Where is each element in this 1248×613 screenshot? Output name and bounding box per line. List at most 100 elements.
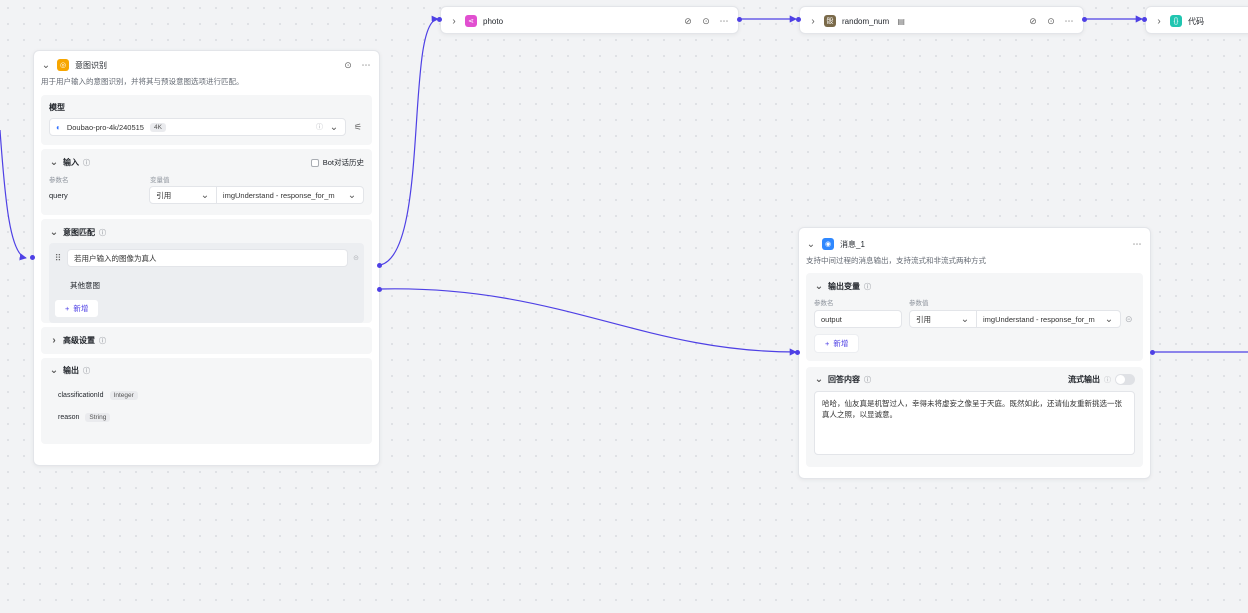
output-title: 输出 — [63, 366, 79, 375]
run-icon[interactable]: ⊙ — [1045, 16, 1057, 27]
chevron-down-icon[interactable]: ⌄ — [41, 60, 51, 71]
param-value-col: 参数值 — [909, 300, 929, 307]
photo-output-port[interactable] — [737, 17, 742, 22]
model-select[interactable]: ◐ Doubao-pro-4k/240515 4K ⓘ ⌄ — [49, 118, 346, 136]
info-icon: ⓘ — [864, 283, 871, 291]
model-name: Doubao-pro-4k/240515 — [66, 122, 144, 132]
photo-input-port[interactable] — [437, 17, 442, 22]
intent-other-port[interactable] — [377, 287, 382, 292]
add-output-label: 新增 — [833, 339, 849, 348]
remove-var-icon[interactable]: ⊝ — [1125, 314, 1133, 325]
chevron-down-icon: ⌄ — [960, 313, 970, 325]
output-var-row: reason String — [58, 413, 364, 422]
chevron-down-icon[interactable]: ⌄ — [814, 374, 824, 385]
chevron-down-icon: ⌄ — [1104, 313, 1114, 325]
input-section: ⌄ 输入 ⓘ Bot对话历史 参数名 变量值 query 引用 ⌄ imgUnd… — [41, 149, 372, 215]
ref-value-select[interactable]: imgUnderstand - response_for_m ⌄ — [216, 186, 364, 204]
chevron-down-icon[interactable]: ⌄ — [49, 365, 59, 376]
info-icon: ⓘ — [1104, 376, 1111, 384]
stream-output-label: 流式输出 — [1068, 375, 1100, 384]
remove-option-icon[interactable]: ⊝ — [353, 254, 359, 262]
run-icon[interactable]: ⊙ — [700, 16, 712, 27]
chevron-down-icon[interactable]: ⌄ — [814, 281, 824, 292]
chevron-right-icon[interactable]: › — [449, 16, 459, 27]
other-intent-label: 其他意图 — [70, 281, 100, 290]
code-input-port[interactable] — [1142, 17, 1147, 22]
output-name-value: output — [821, 314, 842, 324]
add-intent-button[interactable]: + 新增 — [54, 299, 100, 318]
photo-node-title: photo — [483, 16, 504, 26]
model-settings-icon[interactable]: ⚟ — [352, 122, 364, 133]
info-icon: ⓘ — [99, 229, 106, 237]
param-name-col: 参数名 — [814, 300, 834, 307]
ref-value-select[interactable]: imgUnderstand - response_for_m ⌄ — [977, 310, 1121, 328]
random-input-port[interactable] — [796, 17, 801, 22]
batch-icon: ▤ — [897, 16, 905, 26]
more-icon[interactable]: ⋯ — [360, 60, 372, 71]
chevron-down-icon[interactable]: ⌄ — [806, 239, 816, 250]
ref-type-value: 引用 — [156, 190, 172, 200]
random-output-port[interactable] — [1082, 17, 1087, 22]
model-logo-icon: ◐ — [56, 122, 61, 132]
run-icon[interactable]: ⊙ — [342, 60, 354, 71]
answer-content-textarea[interactable]: 哈哈，仙友真是机智过人，幸得未将虚妄之像呈于天庭。既然如此，还请仙友重新挑选一张… — [814, 391, 1135, 455]
message-node[interactable]: ⌄ ◉ 消息_1 ⋯ 支持中间过程的消息输出，支持流式和非流式两种方式 ⌄ 输出… — [798, 227, 1151, 479]
bell-off-icon[interactable]: ⊘ — [682, 16, 694, 27]
output-vars-section: ⌄ 输出变量 ⓘ 参数名 参数值 output 引用 ⌄ imgUndersta… — [806, 273, 1143, 361]
code-node[interactable]: › {} 代码 — [1145, 6, 1248, 34]
chevron-down-icon[interactable]: ⌄ — [49, 227, 59, 238]
message-node-title: 消息_1 — [840, 239, 865, 249]
ref-type-value: 引用 — [916, 314, 931, 324]
input-section-title: 输入 — [63, 158, 79, 167]
stream-output-toggle[interactable] — [1115, 374, 1135, 385]
output-var-row: classificationId Integer — [58, 391, 364, 400]
info-icon: ⓘ — [83, 367, 90, 375]
model-section: 模型 ◐ Doubao-pro-4k/240515 4K ⓘ ⌄ ⚟ — [41, 95, 372, 145]
intent-option-port[interactable] — [377, 263, 382, 268]
output-section: ⌄ 输出 ⓘ classificationId Integer reason S… — [41, 358, 372, 444]
info-icon[interactable]: ⓘ — [316, 122, 323, 132]
intent-input-port[interactable] — [30, 255, 35, 260]
intent-match-title: 意图匹配 — [63, 228, 95, 237]
intent-icon: ◎ — [57, 59, 69, 71]
wire-in-intent — [0, 129, 27, 261]
ref-value: imgUnderstand - response_for_m — [222, 190, 335, 200]
info-icon: ⓘ — [83, 159, 90, 167]
param-name-query: query — [49, 190, 68, 200]
chevron-down-icon[interactable]: ⌄ — [329, 122, 339, 133]
code-icon: {} — [1170, 15, 1182, 27]
param-name-col: 参数名 — [49, 177, 69, 184]
chevron-right-icon[interactable]: › — [49, 335, 59, 346]
advanced-section[interactable]: › 高级设置 ⓘ — [41, 327, 372, 354]
chevron-right-icon[interactable]: › — [808, 16, 818, 27]
intent-node-title: 意图识别 — [75, 60, 107, 70]
more-icon[interactable]: ⋯ — [1063, 16, 1075, 27]
answer-content-text: 哈哈，仙友真是机智过人，幸得未将虚妄之像呈于天庭。既然如此，还请仙友重新挑选一张… — [822, 399, 1122, 419]
bot-history-checkbox[interactable] — [310, 158, 319, 167]
bell-off-icon[interactable]: ⊘ — [1027, 16, 1039, 27]
output-var-type: Integer — [109, 391, 138, 400]
add-intent-label: 新增 — [73, 304, 89, 313]
drag-handle-icon[interactable]: ⠿ — [54, 253, 62, 264]
ref-type-select[interactable]: 引用 ⌄ — [909, 310, 977, 328]
ref-type-select[interactable]: 引用 ⌄ — [149, 186, 217, 204]
add-output-button[interactable]: + 新增 — [814, 334, 860, 353]
photo-plugin-icon: ⋖ — [465, 15, 477, 27]
message-output-port[interactable] — [1150, 350, 1155, 355]
output-name-input[interactable]: output — [814, 310, 902, 328]
output-var-name: classificationId — [58, 392, 104, 399]
message-input-port[interactable] — [795, 350, 800, 355]
more-icon[interactable]: ⋯ — [718, 16, 730, 27]
var-value-col: 变量值 — [150, 177, 170, 184]
chevron-right-icon[interactable]: › — [1154, 16, 1164, 27]
output-vars-title: 输出变量 — [828, 282, 860, 291]
intent-node[interactable]: ⌄ ◎ 意图识别 ⊙ ⋯ 用于用户输入的意图识别，并将其与预设意图选项进行匹配。… — [33, 50, 380, 466]
intent-option-input[interactable]: 若用户输入的图像为真人 — [67, 249, 349, 267]
chevron-down-icon[interactable]: ⌄ — [49, 157, 59, 168]
more-icon[interactable]: ⋯ — [1131, 239, 1143, 250]
random-num-node[interactable]: › 骰 random_num ▤ ⊘ ⊙ ⋯ — [799, 6, 1084, 34]
plus-icon: + — [65, 304, 70, 313]
wire-intent-photo — [379, 15, 439, 266]
photo-node[interactable]: › ⋖ photo ⊘ ⊙ ⋯ — [440, 6, 739, 34]
ref-value: imgUnderstand - response_for_m — [983, 314, 1095, 324]
